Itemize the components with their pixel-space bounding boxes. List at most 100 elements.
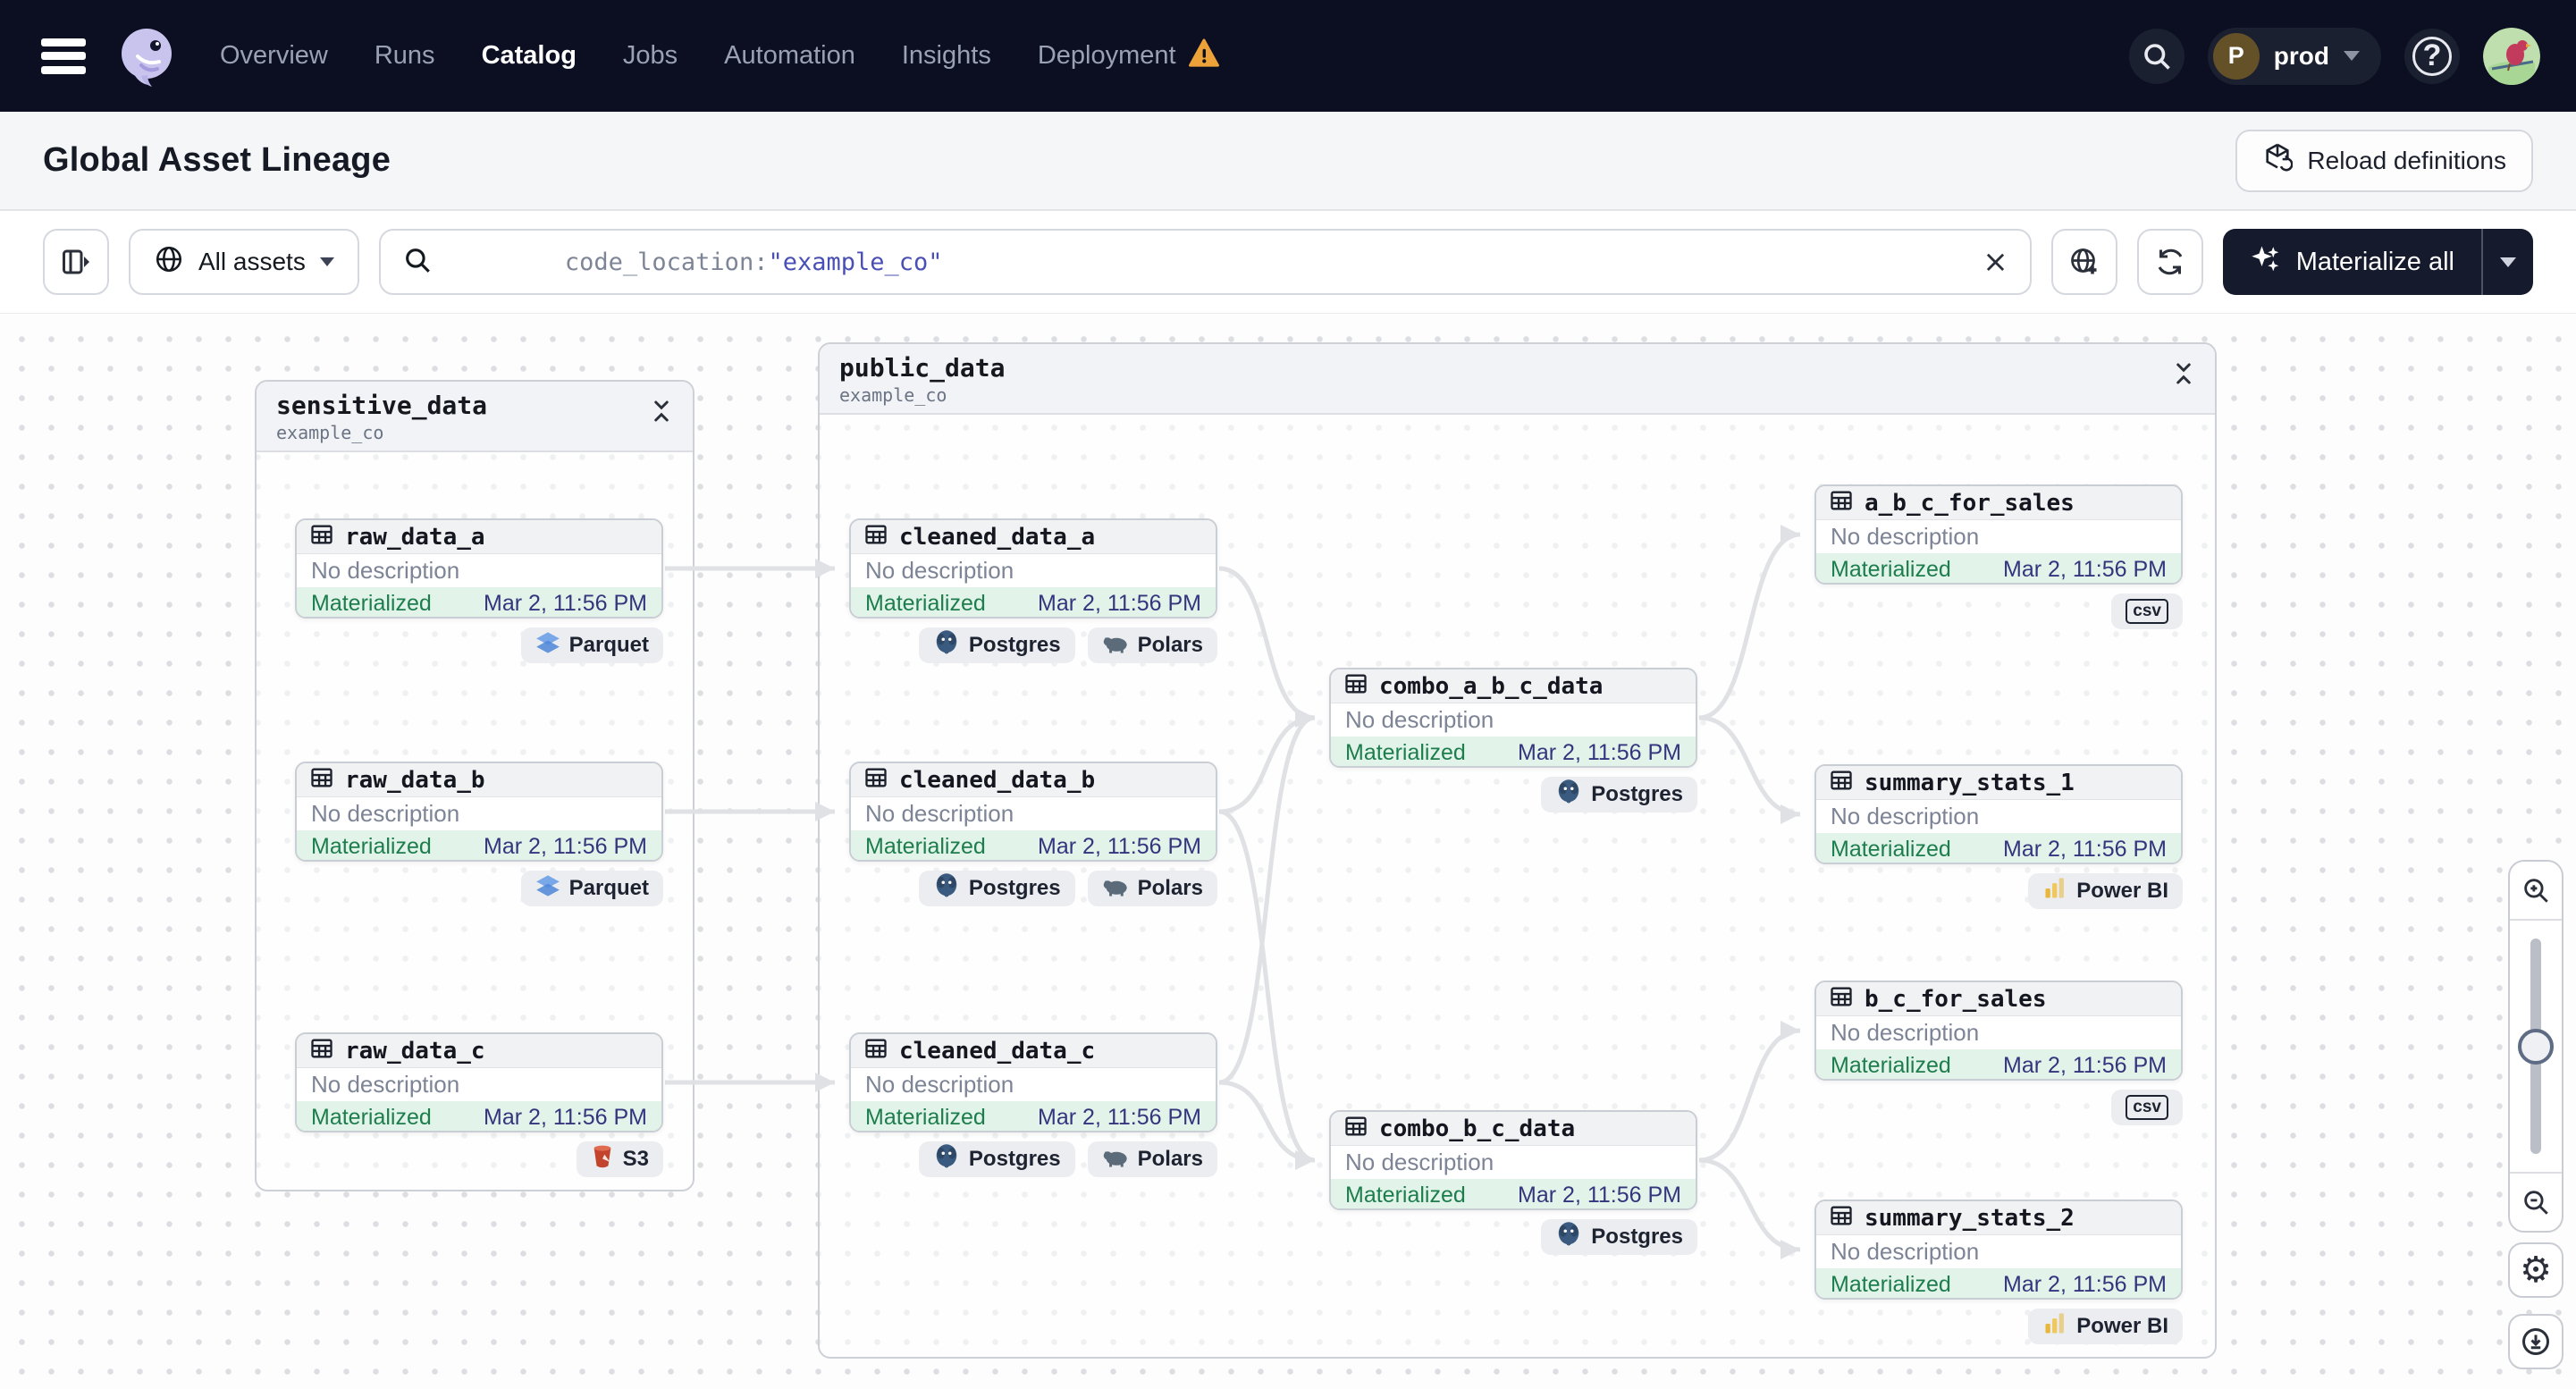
materialization-timestamp[interactable]: Mar 2, 11:56 PM	[1038, 834, 1201, 860]
asset-node-summary_stats_2[interactable]: summary_stats_2 No description Materialize…	[1814, 1200, 2183, 1300]
zoom-in-icon[interactable]	[2510, 862, 2562, 921]
top-navbar: Overview Runs Catalog Jobs Automation Insight…	[0, 0, 2576, 112]
asset-node-raw_data_a[interactable]: raw_data_a No description Materialized Mar …	[295, 518, 663, 619]
tag-power-bi[interactable]: Power BI	[2028, 873, 2183, 909]
asset-status-row: Materialized Mar 2, 11:56 PM	[1816, 1268, 2181, 1298]
asset-node-header: raw_data_a	[297, 520, 661, 554]
tag-csv[interactable]: csv	[2111, 593, 2183, 629]
group-header: sensitive_data example_co	[257, 382, 693, 452]
tag-postgres[interactable]: Postgres	[918, 871, 1075, 906]
download-icon[interactable]	[2508, 1314, 2563, 1369]
user-avatar[interactable]	[2483, 27, 2540, 85]
nav-item-insights[interactable]: Insights	[902, 41, 991, 71]
nav-item-runs[interactable]: Runs	[375, 41, 435, 71]
asset-node-raw_data_c[interactable]: raw_data_c No description Materialized Mar …	[295, 1032, 663, 1132]
refresh-icon[interactable]	[2136, 229, 2203, 295]
table-icon	[309, 765, 334, 795]
asset-node-a_b_c_for_sales[interactable]: a_b_c_for_sales No description Materialize…	[1814, 484, 2183, 585]
status-badge: Materialized	[311, 834, 432, 859]
reload-cube-icon	[2262, 142, 2294, 179]
materialization-timestamp[interactable]: Mar 2, 11:56 PM	[1518, 740, 1681, 766]
tag-s3[interactable]: S3	[576, 1141, 663, 1177]
asset-status-row: Materialized Mar 2, 11:56 PM	[851, 587, 1216, 617]
lineage-canvas[interactable]: ⚙ sensitive_data example_co public_data exa…	[0, 314, 2576, 1389]
asset-node-cleaned_data_a[interactable]: cleaned_data_a No description Materialized…	[849, 518, 1217, 619]
table-icon	[1829, 768, 1854, 797]
deployment-switcher[interactable]: P prod	[2207, 27, 2381, 85]
help-icon[interactable]: ?	[2404, 28, 2460, 84]
asset-node-combo_b_c_data[interactable]: combo_b_c_data No description Materialized…	[1329, 1110, 1697, 1210]
materialization-timestamp[interactable]: Mar 2, 11:56 PM	[1038, 591, 1201, 617]
asset-name: summary_stats_2	[1865, 1204, 2075, 1232]
asset-node-raw_data_b[interactable]: raw_data_b No description Materialized Mar …	[295, 762, 663, 862]
tag-postgres[interactable]: Postgres	[918, 1141, 1075, 1177]
search-input[interactable]: code_location:"example_co" ×	[378, 229, 2032, 295]
asset-name: b_c_for_sales	[1865, 985, 2047, 1013]
panel-expand-icon[interactable]	[43, 229, 109, 295]
reload-definitions-button[interactable]: Reload definitions	[2235, 129, 2533, 192]
nav-item-catalog[interactable]: Catalog	[482, 41, 577, 71]
tag-polars[interactable]: Polars	[1087, 1141, 1217, 1177]
group-header: public_data example_co	[820, 344, 2215, 415]
tag-postgres[interactable]: Postgres	[1541, 1219, 1697, 1255]
gear-icon[interactable]: ⚙	[2508, 1242, 2563, 1298]
asset-tag-row: Power BI	[1814, 1309, 2183, 1344]
asset-node-header: combo_a_b_c_data	[1331, 669, 1696, 703]
asset-node-b_c_for_sales[interactable]: b_c_for_sales No description Materialized M…	[1814, 981, 2183, 1081]
clear-search-icon[interactable]: ×	[1983, 247, 2008, 277]
tag-postgres[interactable]: Postgres	[918, 627, 1075, 663]
materialization-timestamp[interactable]: Mar 2, 11:56 PM	[484, 1105, 647, 1131]
asset-scope-select[interactable]: All assets	[129, 229, 359, 295]
nav-item-overview[interactable]: Overview	[220, 41, 328, 71]
group-title: public_data	[839, 353, 1006, 383]
asset-node-cleaned_data_c[interactable]: cleaned_data_c No description Materialized…	[849, 1032, 1217, 1132]
materialize-dropdown-button[interactable]	[2481, 229, 2533, 295]
nav-item-jobs[interactable]: Jobs	[623, 41, 678, 71]
hamburger-menu-icon[interactable]	[36, 35, 91, 78]
nav-item-automation[interactable]: Automation	[724, 41, 855, 71]
materialization-timestamp[interactable]: Mar 2, 11:56 PM	[2003, 1053, 2167, 1079]
asset-status-row: Materialized Mar 2, 11:56 PM	[297, 587, 661, 617]
asset-node-header: cleaned_data_c	[851, 1034, 1216, 1068]
asset-node-summary_stats_1[interactable]: summary_stats_1 No description Materialize…	[1814, 764, 2183, 864]
tag-parquet[interactable]: Parquet	[520, 871, 663, 906]
materialization-timestamp[interactable]: Mar 2, 11:56 PM	[2003, 557, 2167, 583]
materialize-all-main[interactable]: Materialize all	[2223, 229, 2481, 295]
asset-node-combo_a_b_c_data[interactable]: combo_a_b_c_data No description Materializ…	[1329, 668, 1697, 768]
asset-tag-row: csv	[1814, 1090, 2183, 1125]
materialization-timestamp[interactable]: Mar 2, 11:56 PM	[484, 591, 647, 617]
materialization-timestamp[interactable]: Mar 2, 11:56 PM	[484, 834, 647, 860]
search-icon[interactable]	[2128, 28, 2185, 84]
asset-name: cleaned_data_c	[899, 1037, 1096, 1065]
tag-parquet[interactable]: Parquet	[520, 627, 663, 663]
dagster-logo[interactable]	[114, 24, 179, 88]
tag-postgres[interactable]: Postgres	[1541, 777, 1697, 812]
materialization-timestamp[interactable]: Mar 2, 11:56 PM	[2003, 837, 2167, 863]
materialization-timestamp[interactable]: Mar 2, 11:56 PM	[2003, 1272, 2167, 1298]
zoom-out-icon[interactable]	[2510, 1172, 2562, 1231]
group-subtitle: example_co	[839, 384, 947, 406]
asset-node-cleaned_data_b[interactable]: cleaned_data_b No description Materialized…	[849, 762, 1217, 862]
asset-node-header: summary_stats_1	[1816, 766, 2181, 800]
status-badge: Materialized	[1345, 1183, 1466, 1208]
dagster-app: Overview Runs Catalog Jobs Automation Insight…	[0, 0, 2576, 1389]
materialization-timestamp[interactable]: Mar 2, 11:56 PM	[1518, 1183, 1681, 1208]
collapse-icon[interactable]	[2172, 353, 2195, 391]
deployment-name: prod	[2273, 41, 2329, 70]
asset-description: No description	[311, 1071, 460, 1098]
tag-polars[interactable]: Polars	[1087, 871, 1217, 906]
asset-tag-row: Parquet	[295, 871, 663, 906]
collapse-icon[interactable]	[650, 391, 673, 429]
tag-polars[interactable]: Polars	[1087, 627, 1217, 663]
asset-tag-row: csv	[1814, 593, 2183, 629]
zoom-slider-thumb[interactable]	[2518, 1028, 2554, 1065]
status-badge: Materialized	[311, 591, 432, 616]
asset-description: No description	[1831, 803, 1980, 829]
materialization-timestamp[interactable]: Mar 2, 11:56 PM	[1038, 1105, 1201, 1131]
tag-csv[interactable]: csv	[2111, 1090, 2183, 1125]
globe-plus-icon[interactable]	[2050, 229, 2117, 295]
tag-power-bi[interactable]: Power BI	[2028, 1309, 2183, 1344]
table-icon	[1343, 1114, 1368, 1143]
nav-item-deployment[interactable]: Deployment	[1038, 38, 1219, 74]
asset-name: raw_data_c	[345, 1037, 485, 1065]
